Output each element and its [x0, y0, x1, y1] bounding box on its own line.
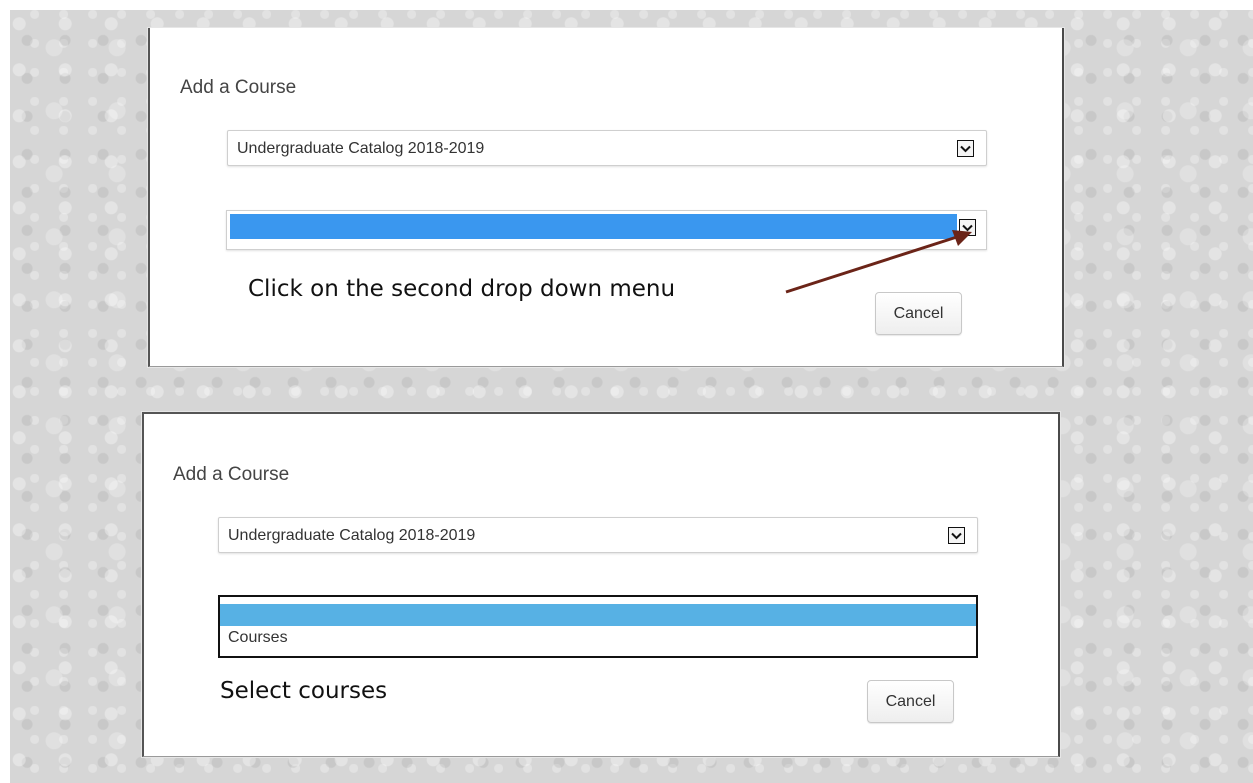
chevron-down-icon[interactable]	[948, 527, 965, 544]
catalog-select[interactable]: Undergraduate Catalog 2018-2019	[218, 517, 978, 553]
dialog-title: Add a Course	[173, 464, 290, 485]
catalog-select[interactable]: Undergraduate Catalog 2018-2019	[227, 130, 987, 166]
catalog-select-value: Undergraduate Catalog 2018-2019	[228, 527, 476, 544]
annotation-arrow-icon	[785, 230, 972, 294]
instruction-text: Click on the second drop down menu	[248, 276, 676, 302]
second-select-dropdown-list[interactable]: Courses	[218, 595, 978, 658]
cancel-button[interactable]: Cancel	[875, 292, 962, 335]
dropdown-option-empty[interactable]	[220, 604, 976, 626]
instruction-text: Select courses	[220, 678, 388, 704]
chevron-down-icon[interactable]	[957, 140, 974, 157]
dropdown-option-courses[interactable]: Courses	[228, 629, 288, 647]
dialog-title: Add a Course	[180, 77, 297, 98]
cancel-button[interactable]: Cancel	[867, 680, 954, 723]
catalog-select-value: Undergraduate Catalog 2018-2019	[237, 140, 485, 157]
